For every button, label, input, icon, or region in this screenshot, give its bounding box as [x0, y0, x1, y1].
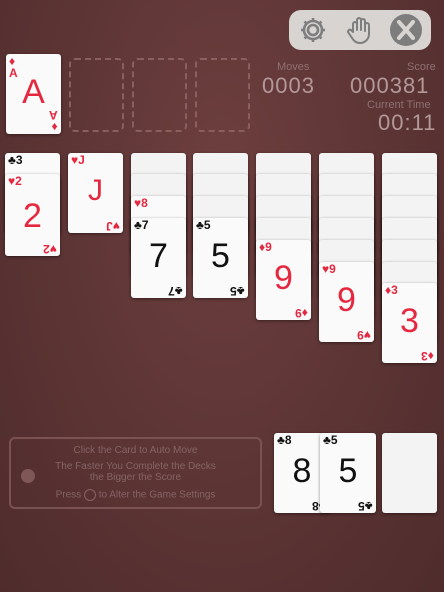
stock-pile[interactable]: [382, 433, 437, 513]
toolbar: [289, 10, 431, 50]
tableau-card[interactable]: ♦3 3 ♦3: [382, 283, 437, 363]
tableau-card[interactable]: ♣7 7 ♣7: [131, 218, 186, 298]
foundation-slot[interactable]: [132, 58, 187, 132]
moves-value: 0003: [262, 73, 315, 98]
hint-box: Click the Card to Auto Move The Faster Y…: [9, 437, 262, 509]
card-rank: A: [22, 73, 45, 111]
gear-icon[interactable]: [297, 14, 329, 46]
tableau-card[interactable]: ♥J J ♥J: [68, 153, 123, 233]
foundation-slot[interactable]: [195, 58, 250, 132]
score-label: Score: [407, 61, 436, 73]
tableau-card[interactable]: ♣5 5 ♣5: [193, 218, 248, 298]
tableau-card[interactable]: ♥2 2 ♥2: [5, 174, 60, 256]
time-value: 00:11: [378, 110, 437, 135]
hand-icon[interactable]: [344, 14, 376, 46]
close-icon[interactable]: [389, 13, 423, 47]
foundation-card[interactable]: ♦ A A ♦ A: [6, 54, 61, 134]
card-corner: ♦ A: [49, 108, 58, 134]
hint-text: Press to Alter the Game Settings: [55, 489, 216, 501]
hint-text: The Faster You Complete the Decks: [55, 461, 216, 472]
tableau-card[interactable]: ♥9 9 ♥9: [319, 262, 374, 342]
moves-label: Moves: [277, 61, 310, 73]
foundation-slot[interactable]: [69, 58, 124, 132]
hint-text: the Bigger the Score: [89, 472, 182, 483]
tableau-card[interactable]: ♦9 9 ♦9: [256, 240, 311, 320]
settings-icon: [83, 489, 96, 501]
waste-card[interactable]: ♣5 5 ♣5: [320, 433, 376, 513]
score-value: 000381: [350, 73, 430, 98]
hint-text: Click the Card to Auto Move: [73, 445, 198, 456]
